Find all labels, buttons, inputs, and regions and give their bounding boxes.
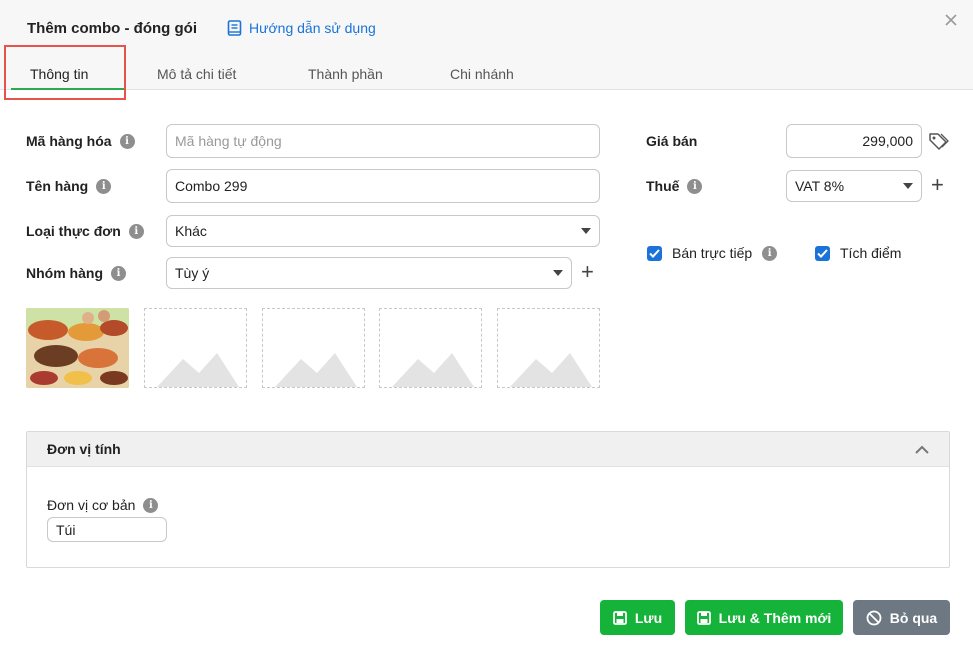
info-icon[interactable]: i (96, 178, 112, 194)
code-label: Mã hàng hóa i (26, 133, 135, 149)
price-tag-icon[interactable] (928, 132, 949, 150)
points-label: Tích điểm (840, 245, 902, 261)
book-icon (227, 20, 242, 36)
base-unit-label-text: Đơn vị cơ bản (47, 497, 136, 513)
info-icon[interactable]: i (119, 133, 135, 149)
name-input[interactable] (166, 169, 600, 203)
tax-select[interactable]: VAT 8% (786, 170, 922, 202)
group-select[interactable]: Tùy ý (166, 257, 572, 289)
chevron-up-icon[interactable] (915, 445, 929, 454)
image-placeholder-icon (392, 353, 474, 387)
menu-type-label-text: Loại thực đơn (26, 223, 121, 239)
direct-sale-checkbox[interactable]: Bán trực tiếp i (647, 245, 778, 261)
floppy-disk-icon (612, 610, 627, 625)
price-label-text: Giá bán (646, 133, 698, 149)
unit-panel-header[interactable]: Đơn vị tính (27, 432, 949, 467)
price-input[interactable] (786, 124, 922, 158)
add-tax-icon[interactable]: + (931, 174, 944, 196)
ban-icon (866, 610, 882, 625)
name-label: Tên hàng i (26, 178, 112, 194)
skip-button-label: Bỏ qua (889, 609, 938, 626)
menu-type-label: Loại thực đơn i (26, 223, 144, 239)
close-icon[interactable] (943, 12, 959, 28)
chevron-down-icon (553, 270, 563, 276)
menu-type-value: Khác (175, 223, 207, 239)
floppy-disk-icon (696, 610, 711, 625)
tax-label-text: Thuế (646, 178, 680, 194)
chevron-down-icon (903, 183, 913, 189)
code-label-text: Mã hàng hóa (26, 133, 112, 149)
info-icon[interactable]: i (111, 265, 126, 281)
points-checkbox[interactable]: Tích điểm (815, 245, 901, 261)
unit-panel: Đơn vị tính Đơn vị cơ bản i (26, 431, 950, 568)
tab-chi-nhanh[interactable]: Chi nhánh (450, 66, 514, 82)
direct-sale-label: Bán trực tiếp (672, 245, 753, 261)
tab-mo-ta-chi-tiet[interactable]: Mô tả chi tiết (157, 66, 236, 82)
image-upload-slot[interactable] (144, 308, 247, 388)
dialog-title: Thêm combo - đóng gói (27, 20, 197, 37)
image-placeholder-icon (510, 353, 592, 387)
save-and-new-button-label: Lưu & Thêm mới (718, 609, 832, 626)
price-label: Giá bán (646, 133, 697, 149)
group-label-text: Nhóm hàng (26, 265, 103, 281)
dialog-header: Thêm combo - đóng gói Hướng dẫn sử dụng … (0, 0, 973, 90)
active-tab-indicator (11, 88, 124, 90)
name-label-text: Tên hàng (26, 178, 89, 194)
group-value: Tùy ý (175, 265, 210, 281)
save-button[interactable]: Lưu (600, 600, 675, 635)
base-unit-input[interactable] (47, 517, 167, 542)
group-label: Nhóm hàng i (26, 265, 126, 281)
food-photo-icon (26, 308, 129, 388)
checkbox-checked-icon[interactable] (815, 245, 830, 261)
tax-label: Thuế i (646, 178, 703, 194)
base-unit-label: Đơn vị cơ bản i (47, 497, 159, 513)
chevron-down-icon (581, 228, 591, 234)
image-placeholder-icon (157, 353, 239, 387)
checkbox-checked-icon[interactable] (647, 245, 662, 261)
product-image[interactable] (26, 308, 129, 388)
save-button-label: Lưu (634, 609, 663, 626)
image-upload-slot[interactable] (379, 308, 482, 388)
image-upload-slot[interactable] (262, 308, 365, 388)
menu-type-select[interactable]: Khác (166, 215, 600, 247)
image-upload-slot[interactable] (497, 308, 600, 388)
unit-panel-title: Đơn vị tính (47, 441, 121, 457)
save-and-new-button[interactable]: Lưu & Thêm mới (685, 600, 843, 635)
info-icon[interactable]: i (143, 497, 159, 513)
tab-thong-tin[interactable]: Thông tin (30, 66, 88, 82)
tax-value: VAT 8% (795, 178, 845, 194)
info-icon[interactable]: i (128, 223, 144, 239)
info-icon[interactable]: i (687, 178, 703, 194)
tab-thanh-phan[interactable]: Thành phần (308, 66, 383, 82)
add-group-icon[interactable]: + (581, 261, 594, 283)
skip-button[interactable]: Bỏ qua (853, 600, 950, 635)
guide-link[interactable]: Hướng dẫn sử dụng (227, 20, 376, 36)
guide-link-label: Hướng dẫn sử dụng (249, 20, 376, 36)
image-placeholder-icon (275, 353, 357, 387)
code-input[interactable] (166, 124, 600, 158)
info-icon[interactable]: i (762, 245, 778, 261)
